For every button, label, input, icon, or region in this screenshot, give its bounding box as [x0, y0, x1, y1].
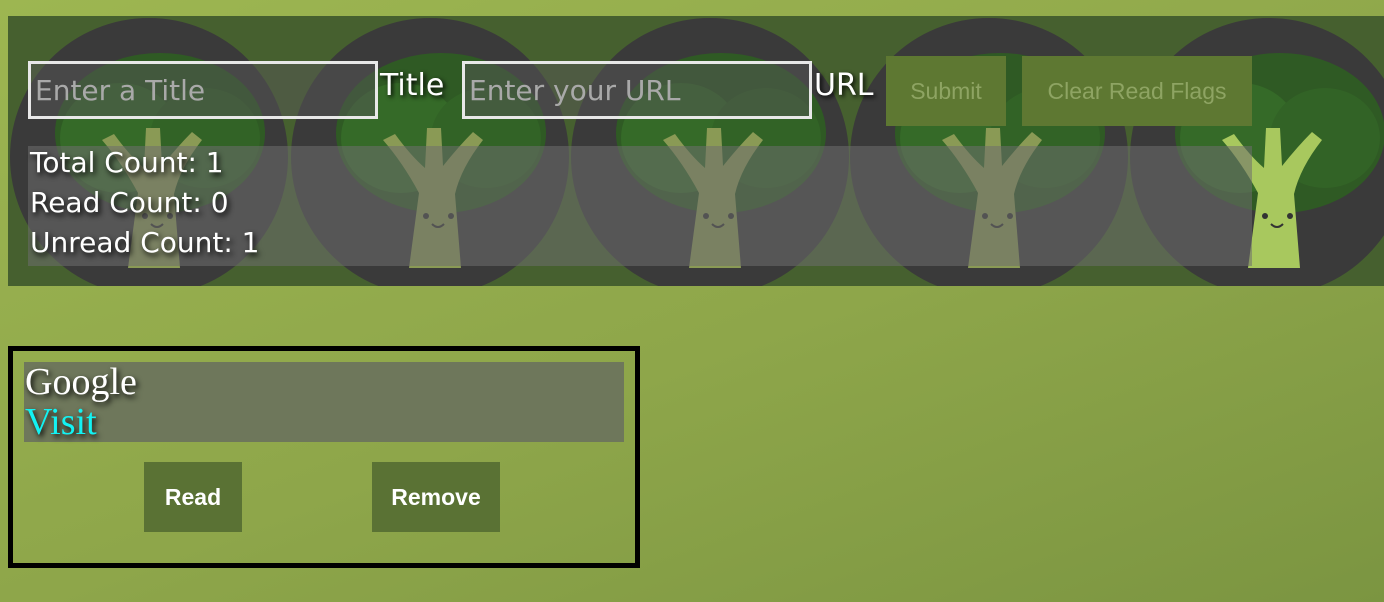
submit-button[interactable]: Submit	[886, 56, 1006, 126]
remove-button[interactable]: Remove	[372, 462, 500, 532]
total-count: Total Count: 1	[30, 146, 224, 179]
read-button[interactable]: Read	[144, 462, 242, 532]
read-count: Read Count: 0	[30, 186, 229, 219]
bookmark-info: Google Visit	[24, 362, 624, 442]
url-label: URL	[814, 68, 874, 103]
header: Title URL Submit Clear Read Flags Total …	[8, 16, 1384, 286]
url-input[interactable]	[462, 61, 812, 119]
clear-read-flags-button[interactable]: Clear Read Flags	[1022, 56, 1252, 126]
bookmark-title: Google	[25, 361, 137, 403]
title-input[interactable]	[28, 61, 378, 119]
bookmark-card: Google Visit Read Remove	[8, 346, 640, 568]
unread-count: Unread Count: 1	[30, 226, 260, 259]
title-label: Title	[380, 68, 445, 103]
stats-counts: Total Count: 1 Read Count: 0 Unread Coun…	[30, 143, 260, 263]
visit-link[interactable]: Visit	[25, 402, 97, 442]
